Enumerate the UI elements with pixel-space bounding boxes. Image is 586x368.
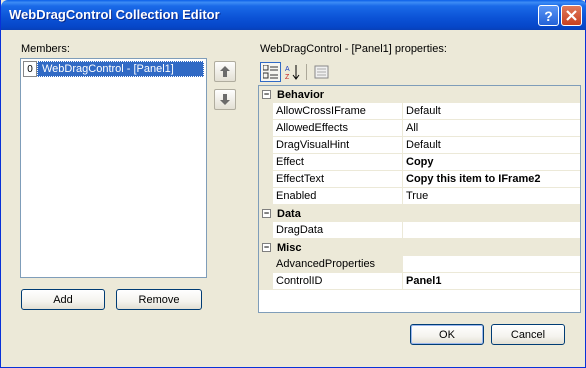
question-mark-icon: ? [544,7,553,24]
property-row[interactable]: EffectText Copy this item to IFrame2 [259,171,580,188]
property-name: Enabled [273,188,403,204]
collapse-icon[interactable]: − [262,209,271,218]
property-value[interactable] [403,256,580,272]
svg-text:Z: Z [285,74,290,80]
category-misc[interactable]: − Misc [259,239,580,256]
category-label: Behavior [277,88,325,101]
categorized-icon [263,65,278,79]
move-down-button[interactable] [214,89,236,110]
property-name: AllowCrossIFrame [273,103,403,119]
property-value[interactable] [403,222,580,238]
property-value[interactable]: Panel1 [403,273,580,289]
property-toolbar: A Z [258,60,581,84]
close-button[interactable] [561,5,582,26]
property-name: AllowedEffects [273,120,403,136]
list-item-index: 0 [23,61,37,77]
property-name: DragVisualHint [273,137,403,153]
remove-button[interactable]: Remove [116,289,202,310]
category-data[interactable]: − Data [259,205,580,222]
property-value[interactable]: All [403,120,580,136]
collection-editor-window: WebDragControl Collection Editor ? Membe… [0,0,586,368]
arrow-down-icon [220,94,230,105]
property-value[interactable]: Default [403,137,580,153]
window-title: WebDragControl Collection Editor [9,7,220,22]
collapse-icon[interactable]: − [262,90,271,99]
property-value[interactable]: Copy [403,154,580,170]
property-row[interactable]: Enabled True [259,188,580,205]
property-row[interactable]: AllowedEffects All [259,120,580,137]
members-label: Members: [21,43,70,55]
toolbar-separator [306,64,307,80]
ok-button[interactable]: OK [410,324,484,345]
property-value[interactable]: True [403,188,580,204]
property-grid: − Behavior AllowCrossIFrame Default Allo… [258,85,581,313]
property-name: EffectText [273,171,403,187]
properties-label: WebDragControl - [Panel1] properties: [260,43,447,55]
property-pages-button[interactable] [311,62,332,82]
property-value[interactable]: Default [403,103,580,119]
members-list[interactable]: 0 WebDragControl - [Panel1] [20,58,207,278]
property-row[interactable]: DragData [259,222,580,239]
property-row[interactable]: DragVisualHint Default [259,137,580,154]
cancel-button[interactable]: Cancel [491,324,565,345]
add-button[interactable]: Add [21,289,105,310]
collapse-icon[interactable]: − [262,243,271,252]
property-row[interactable]: AllowCrossIFrame Default [259,103,580,120]
property-pages-icon [314,65,329,79]
property-name: Effect [273,154,403,170]
property-row[interactable]: Effect Copy [259,154,580,171]
title-bar[interactable]: WebDragControl Collection Editor ? [1,0,586,30]
move-up-button[interactable] [214,61,236,82]
property-row[interactable]: ControlID Panel1 [259,273,580,290]
property-name: AdvancedProperties [273,256,403,272]
property-row[interactable]: AdvancedProperties [259,256,580,273]
list-item[interactable]: 0 WebDragControl - [Panel1] [23,61,204,77]
close-icon [566,10,577,21]
property-name: DragData [273,222,403,238]
alphabetical-icon: A Z [285,65,299,80]
category-label: Data [277,207,301,220]
help-button[interactable]: ? [538,5,559,26]
property-value[interactable]: Copy this item to IFrame2 [403,171,580,187]
arrow-up-icon [220,66,230,77]
category-label: Misc [277,241,302,254]
categorized-button[interactable] [260,62,281,82]
category-behavior[interactable]: − Behavior [259,86,580,103]
property-name: ControlID [273,273,403,289]
list-item-label: WebDragControl - [Panel1] [37,61,204,77]
alphabetical-button[interactable]: A Z [282,62,303,82]
svg-text:A: A [285,66,290,73]
